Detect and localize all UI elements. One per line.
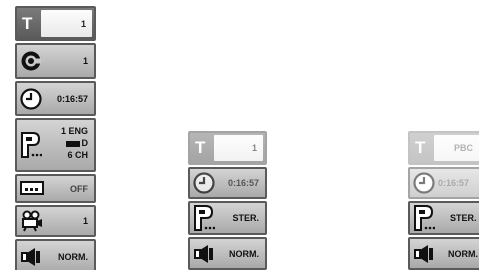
- osd-panel-compact: T 1 0:16:57 STER. NORM.: [188, 131, 267, 270]
- osd-panel-pbc: T PBC 0:16:57 STER. NORM.: [408, 131, 479, 270]
- audio-value: STER.: [450, 213, 477, 223]
- angle-row[interactable]: 1: [15, 205, 96, 237]
- sound-row[interactable]: NORM.: [188, 237, 267, 270]
- time-value: 0:16:57: [56, 93, 88, 104]
- subtitle-value: OFF: [70, 183, 88, 194]
- chapter-value: 1: [82, 56, 88, 66]
- audio-language-icon: [414, 205, 435, 231]
- title-number-box: 1: [41, 10, 92, 37]
- time-row[interactable]: 0:16:57: [188, 167, 267, 199]
- dolby-logo-icon: [65, 140, 80, 147]
- audio-row[interactable]: 1 ENG D 6 CH: [15, 118, 96, 172]
- time-row[interactable]: 0:16:57: [408, 167, 479, 199]
- angle-value: 1: [82, 216, 88, 226]
- sound-value: NORM.: [448, 248, 478, 259]
- title-number: 1: [80, 18, 86, 29]
- clock-icon: [413, 172, 435, 194]
- time-row[interactable]: 0:16:57: [15, 81, 96, 116]
- audio-language-icon: [21, 132, 42, 158]
- audio-row[interactable]: STER.: [408, 201, 479, 235]
- title-number: 1: [251, 143, 257, 153]
- sound-value: NORM.: [229, 248, 259, 259]
- sound-value: NORM.: [58, 252, 88, 262]
- audio-value: STER.: [232, 213, 259, 223]
- sound-row[interactable]: NORM.: [408, 237, 479, 270]
- audio-channels: 6 CH: [67, 150, 88, 160]
- speaker-icon: [194, 244, 213, 263]
- subtitle-icon: [20, 180, 44, 195]
- title-row[interactable]: T 1: [188, 131, 267, 165]
- title-letter: T: [195, 138, 206, 157]
- audio-info: 1 ENG D 6 CH: [61, 125, 88, 161]
- subtitle-row[interactable]: OFF: [15, 174, 96, 203]
- title-number-box: PBC: [434, 135, 479, 161]
- chapter-icon: [21, 51, 41, 71]
- chapter-row[interactable]: 1: [15, 43, 96, 79]
- title-number-box: 1: [214, 135, 263, 161]
- time-value: 0:16:57: [438, 178, 470, 188]
- sound-row[interactable]: NORM.: [15, 239, 96, 270]
- speaker-icon: [21, 248, 40, 266]
- title-row[interactable]: T PBC: [408, 131, 479, 165]
- audio-format: D: [61, 137, 88, 149]
- clock-icon: [193, 172, 215, 194]
- title-row[interactable]: T 1: [15, 6, 96, 41]
- audio-language-icon: [194, 205, 215, 231]
- osd-panel-full: T 1 1 0:16:57 1 ENG D 6 CH OFF 1 NORM.: [15, 6, 96, 270]
- clock-icon: [20, 87, 42, 110]
- time-value: 0:16:57: [227, 178, 259, 188]
- title-pbc-label: PBC: [453, 143, 473, 153]
- speaker-icon: [414, 244, 433, 263]
- audio-row[interactable]: STER.: [188, 201, 267, 235]
- audio-track-language: 1 ENG: [60, 126, 88, 136]
- camera-angle-icon: [22, 210, 42, 232]
- title-letter: T: [22, 13, 33, 33]
- title-letter: T: [415, 138, 426, 157]
